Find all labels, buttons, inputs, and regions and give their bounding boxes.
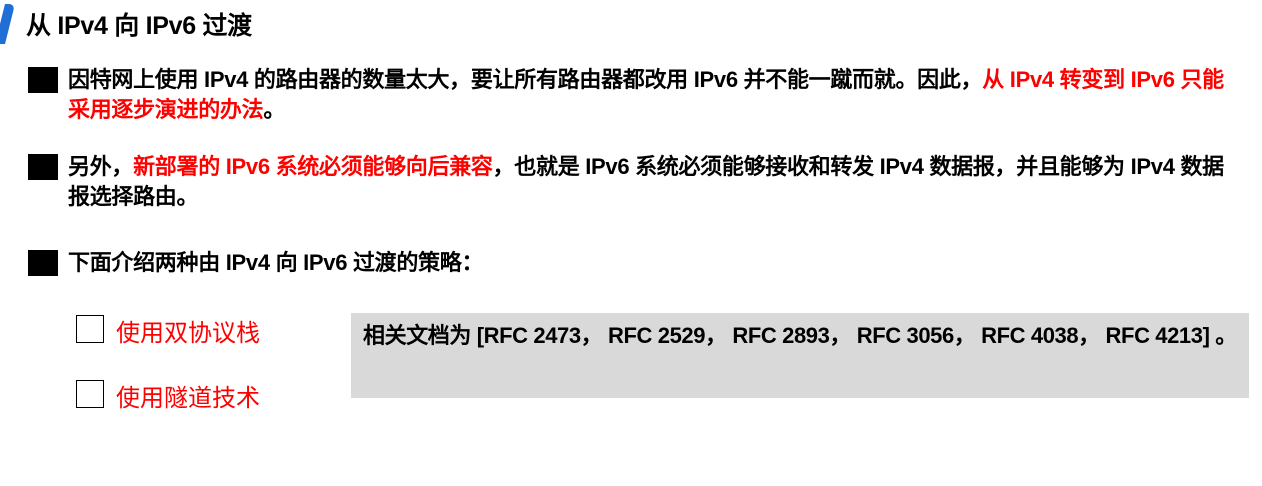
highlight-segment: 新部署的 IPv6 系统必须能够向后兼容 bbox=[133, 154, 493, 179]
strategy-label-tunneling: 使用隧道技术 bbox=[116, 385, 260, 412]
checkbox-dual-stack[interactable] bbox=[76, 315, 104, 343]
checkbox-tunneling[interactable] bbox=[76, 380, 104, 408]
bullet-text-1: 因特网上使用 IPv4 的路由器的数量太大，要让所有路由器都改用 IPv6 并不… bbox=[68, 65, 1228, 125]
bullet-text-2: 另外，新部署的 IPv6 系统必须能够向后兼容，也就是 IPv6 系统必须能够接… bbox=[68, 152, 1228, 212]
slide-title: 从 IPv4 向 IPv6 过渡 bbox=[26, 12, 252, 40]
text-segment: 因特网上使用 IPv4 的路由器的数量太大，要让所有路由器都改用 IPv6 并不… bbox=[68, 67, 983, 92]
strategy-label-dual-stack: 使用双协议栈 bbox=[116, 320, 260, 347]
text-segment: 下面介绍两种由 IPv4 向 IPv6 过渡的策略： bbox=[68, 250, 484, 275]
bullet-text-3: 下面介绍两种由 IPv4 向 IPv6 过渡的策略： bbox=[68, 248, 1228, 278]
title-accent-bar bbox=[0, 4, 15, 44]
rfc-note-box: 相关文档为 [RFC 2473， RFC 2529， RFC 2893， RFC… bbox=[351, 313, 1249, 398]
bullet-square-icon bbox=[28, 67, 58, 93]
bullet-square-icon bbox=[28, 250, 58, 276]
text-segment: 。 bbox=[263, 97, 286, 122]
bullet-square-icon bbox=[28, 154, 58, 180]
text-segment: 另外， bbox=[68, 154, 134, 179]
